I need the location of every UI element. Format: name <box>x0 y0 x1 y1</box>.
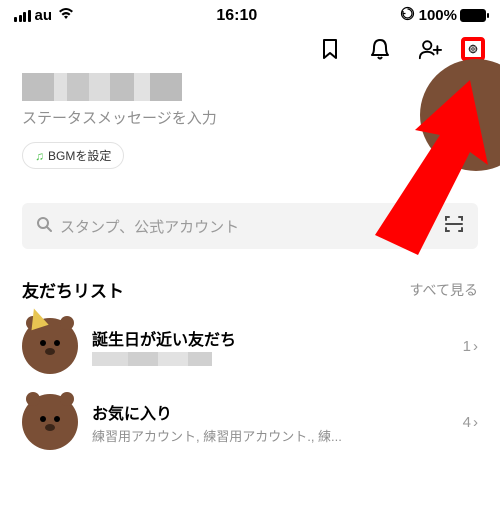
bgm-button[interactable]: ♫ BGMを設定 <box>22 142 124 169</box>
signal-icon <box>14 10 31 22</box>
add-friend-icon[interactable] <box>418 37 442 61</box>
music-note-icon: ♫ <box>35 149 44 163</box>
status-message[interactable]: ステータスメッセージを入力 <box>22 107 478 128</box>
search-bar[interactable]: スタンプ、公式アカウント <box>22 203 478 249</box>
bgm-label: BGMを設定 <box>48 147 111 164</box>
profile-avatar[interactable] <box>420 59 500 171</box>
friend-row-title: お気に入り <box>92 400 449 424</box>
search-icon <box>36 216 52 236</box>
bell-icon[interactable] <box>368 37 392 61</box>
settings-icon[interactable] <box>461 37 485 61</box>
carrier-label: au <box>35 7 53 24</box>
friend-row-subtitle: 練習用アカウント, 練習用アカウント., 練... <box>92 426 449 445</box>
friend-row-title: 誕生日が近い友だち <box>92 326 449 350</box>
header-actions <box>0 27 500 65</box>
friend-avatar-birthday <box>22 318 78 374</box>
status-bar: au 16:10 100% <box>0 0 500 27</box>
friend-row[interactable]: 誕生日が近い友だち 1 › <box>0 308 500 384</box>
profile-name-redacted <box>22 73 182 101</box>
friend-list-header: 友だちリスト すべて見る <box>0 249 500 308</box>
profile-section: ステータスメッセージを入力 ♫ BGMを設定 <box>0 65 500 181</box>
chevron-right-icon: › <box>473 338 478 355</box>
wifi-icon <box>58 7 74 24</box>
bookmark-icon[interactable] <box>318 37 342 61</box>
search-placeholder: スタンプ、公式アカウント <box>60 216 436 237</box>
friend-list-title: 友だちリスト <box>22 277 124 302</box>
friend-row[interactable]: お気に入り 練習用アカウント, 練習用アカウント., 練... 4 › <box>0 384 500 460</box>
battery-icon <box>460 9 486 22</box>
friend-avatar-favorite <box>22 394 78 450</box>
clock: 16:10 <box>216 7 257 25</box>
friend-row-subtitle-redacted <box>92 352 212 366</box>
scan-icon[interactable] <box>444 215 464 237</box>
friend-row-count: 1 › <box>463 338 478 355</box>
chevron-right-icon: › <box>473 414 478 431</box>
see-all-link[interactable]: すべて見る <box>410 280 478 300</box>
friend-row-count: 4 › <box>463 414 478 431</box>
battery-pct: 100% <box>419 7 457 24</box>
rotation-lock-icon <box>400 6 415 25</box>
